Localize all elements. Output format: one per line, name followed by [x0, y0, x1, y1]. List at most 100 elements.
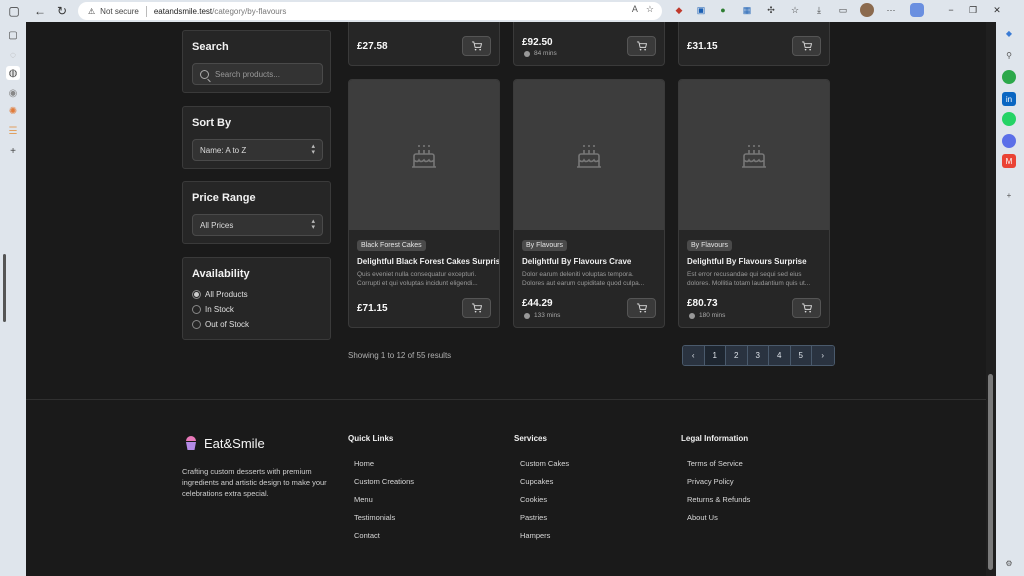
product-card[interactable]: By Flavours Delightful By Flavours Surpr…: [678, 79, 830, 328]
pagination-page-2[interactable]: 2: [726, 346, 748, 365]
pagination-next-button[interactable]: ›: [812, 346, 834, 365]
tab-icon[interactable]: ✺: [6, 104, 20, 118]
tab-actions-icon[interactable]: ▢: [6, 3, 22, 19]
prep-time: 180 mins: [689, 312, 725, 319]
product-card[interactable]: £27.58: [348, 22, 500, 66]
back-icon[interactable]: ←: [32, 3, 48, 19]
price-title: Price Range: [192, 192, 256, 204]
loading-icon[interactable]: ◌: [6, 48, 20, 62]
not-secure-label: Not secure: [100, 6, 139, 16]
footer-link-terms[interactable]: Terms of Service: [687, 459, 750, 477]
footer-link-cookies[interactable]: Cookies: [520, 495, 569, 513]
extension-icon[interactable]: ●: [716, 3, 730, 17]
settings-icon[interactable]: ⚙: [1002, 556, 1016, 570]
translate-icon[interactable]: ▣: [694, 3, 708, 17]
product-card[interactable]: By Flavours Delightful By Flavours Crave…: [513, 79, 665, 328]
product-price: £27.58: [357, 41, 388, 52]
footer-link-pastries[interactable]: Pastries: [520, 513, 569, 531]
footer-link-privacy[interactable]: Privacy Policy: [687, 477, 750, 495]
footer-link-about[interactable]: About Us: [687, 513, 750, 531]
linkedin-icon[interactable]: in: [1002, 92, 1016, 106]
minimize-icon[interactable]: −: [944, 3, 958, 17]
globe-icon[interactable]: ◍: [6, 66, 20, 80]
radio-out-of-stock[interactable]: Out of Stock: [192, 320, 249, 329]
product-title[interactable]: Delightful Black Forest Cakes Surprise: [357, 257, 499, 266]
read-aloud-icon[interactable]: A: [632, 4, 638, 15]
sort-title: Sort By: [192, 117, 232, 129]
footer-link-home[interactable]: Home: [354, 459, 414, 477]
screenshot-icon[interactable]: ▭: [836, 3, 850, 17]
refresh-icon[interactable]: ↻: [54, 3, 70, 19]
search-icon[interactable]: ⚲: [1002, 48, 1016, 62]
footer-link-menu[interactable]: Menu: [354, 495, 414, 513]
product-card[interactable]: £31.15: [678, 22, 830, 66]
results-count: Showing 1 to 12 of 55 results: [348, 351, 452, 360]
copilot-icon[interactable]: [910, 3, 924, 17]
footer-link-returns[interactable]: Returns & Refunds: [687, 495, 750, 513]
page-scrollbar[interactable]: [986, 22, 996, 576]
add-to-cart-button[interactable]: [462, 36, 491, 56]
add-icon[interactable]: +: [1002, 188, 1016, 202]
whatsapp-icon[interactable]: [1002, 112, 1016, 126]
edge-sidebar: ◆ ⚲ in M + ⚙: [996, 22, 1024, 576]
radio-all-products[interactable]: All Products: [192, 290, 248, 299]
footer-link-custom-creations[interactable]: Custom Creations: [354, 477, 414, 495]
pagination-page-5[interactable]: 5: [790, 346, 812, 365]
restore-icon[interactable]: ❐: [966, 3, 980, 17]
footer-divider: [26, 399, 986, 400]
footer-link-custom-cakes[interactable]: Custom Cakes: [520, 459, 569, 477]
product-card[interactable]: Black Forest Cakes Delightful Black Fore…: [348, 79, 500, 328]
extension-icon[interactable]: [1002, 70, 1016, 84]
close-icon[interactable]: ✕: [990, 3, 1004, 17]
extension-icon[interactable]: ◆: [672, 3, 686, 17]
category-badge: By Flavours: [522, 240, 567, 251]
url-path: /category/by-flavours: [212, 6, 287, 16]
footer-link-hampers[interactable]: Hampers: [520, 531, 569, 549]
chevron-updown-icon: ▴ ▾: [311, 218, 315, 231]
pagination-page-4[interactable]: 4: [769, 346, 791, 365]
scrollbar-thumb[interactable]: [988, 374, 993, 570]
pagination-page-3[interactable]: 3: [747, 346, 769, 365]
more-icon[interactable]: ⋯: [884, 3, 898, 17]
download-icon[interactable]: ⤓: [812, 3, 826, 17]
new-tab-icon[interactable]: +: [6, 144, 20, 158]
tab-icon[interactable]: ◉: [6, 86, 20, 100]
add-to-cart-button[interactable]: [792, 36, 821, 56]
footer-link-testimonials[interactable]: Testimonials: [354, 513, 414, 531]
radio-dot[interactable]: [192, 320, 201, 329]
availability-title: Availability: [192, 268, 250, 280]
add-to-cart-button[interactable]: [462, 298, 491, 318]
radio-in-stock[interactable]: In Stock: [192, 305, 234, 314]
add-to-cart-button[interactable]: [627, 36, 656, 56]
radio-dot[interactable]: [192, 290, 201, 299]
sort-select[interactable]: Name: A to Z ▴ ▾: [192, 139, 323, 161]
tab-icon[interactable]: ▢: [6, 28, 20, 42]
tab-icon[interactable]: ☰: [6, 124, 20, 138]
radio-label: Out of Stock: [205, 320, 250, 329]
tabs-scrollbar[interactable]: [3, 254, 6, 322]
footer-link-cupcakes[interactable]: Cupcakes: [520, 477, 569, 495]
favorites-icon[interactable]: ☆: [788, 3, 802, 17]
footer-brand[interactable]: Eat&Smile: [184, 435, 265, 451]
clock-icon: [524, 50, 530, 57]
footer-link-contact[interactable]: Contact: [354, 531, 414, 549]
product-title[interactable]: Delightful By Flavours Surprise: [687, 257, 807, 266]
extension-icon[interactable]: ▦: [740, 3, 754, 17]
address-bar[interactable]: ⚠ Not secure eatandsmile.test/category/b…: [78, 2, 662, 20]
add-to-cart-button[interactable]: [627, 298, 656, 318]
puzzle-icon[interactable]: ✣: [764, 3, 778, 17]
product-title[interactable]: Delightful By Flavours Crave: [522, 257, 631, 266]
favorite-star-icon[interactable]: ☆: [646, 4, 654, 15]
add-to-cart-button[interactable]: [792, 298, 821, 318]
avatar[interactable]: [860, 3, 874, 17]
gmail-icon[interactable]: M: [1002, 154, 1016, 168]
product-description: Quis eveniet nulla consequatur excepturi…: [357, 271, 478, 287]
sidebar-pin-icon[interactable]: ◆: [1002, 26, 1016, 40]
product-card[interactable]: £92.50 84 mins: [513, 22, 665, 66]
radio-dot[interactable]: [192, 305, 201, 314]
price-select[interactable]: All Prices ▴ ▾: [192, 214, 323, 236]
messenger-icon[interactable]: [1002, 134, 1016, 148]
pagination-page-1[interactable]: 1: [704, 346, 726, 365]
search-input[interactable]: Search products...: [192, 63, 323, 85]
pagination-prev-button[interactable]: ‹: [683, 346, 705, 365]
